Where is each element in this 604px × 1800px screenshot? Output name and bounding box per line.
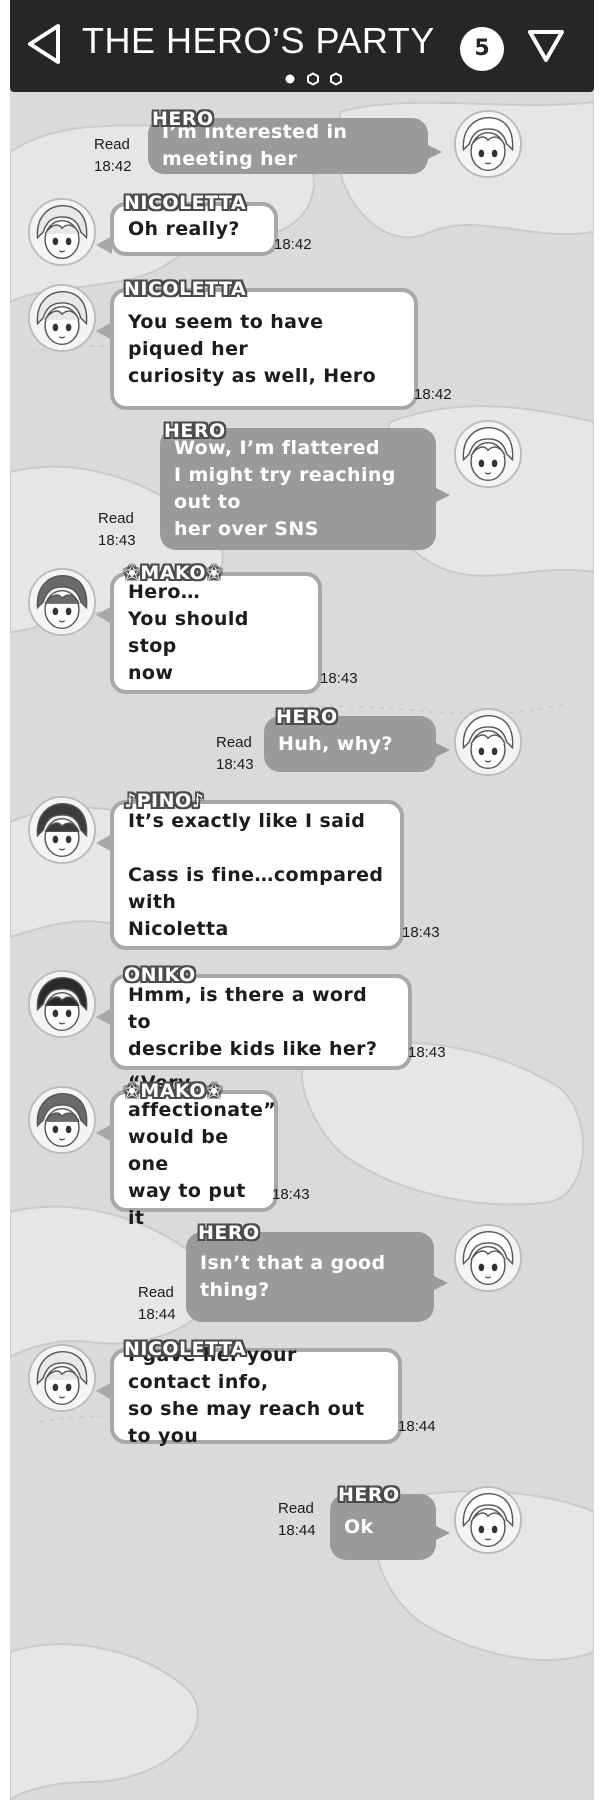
message-meta: 18:42: [414, 384, 452, 406]
outgoing-message-bubble[interactable]: Isn’t that a good thing?: [186, 1232, 434, 1322]
message-text-line: Hmm, is there a word to: [128, 983, 368, 1033]
message-text-line: Isn’t that a good thing?: [200, 1252, 386, 1301]
back-triangle-icon[interactable]: [24, 22, 64, 66]
message-text-line: [128, 835, 386, 862]
message-meta: 18:42: [274, 234, 312, 256]
page-indicator: [285, 72, 342, 86]
avatar[interactable]: [454, 1224, 522, 1292]
bubble-tail: [434, 487, 450, 503]
message-timestamp: 18:43: [320, 670, 358, 687]
message-meta: Read 18:42: [94, 134, 132, 178]
message-meta: 18:44: [398, 1416, 436, 1438]
message-timestamp: 18:42: [414, 386, 452, 403]
message-timestamp: 18:43: [216, 756, 254, 773]
message-text-line: so she may reach out to you: [128, 1398, 365, 1447]
avatar[interactable]: [28, 1344, 96, 1412]
chat-header: THE HERO’S PARTY 5: [10, 0, 594, 92]
incoming-message-bubble[interactable]: I gave her your contact info, so she may …: [110, 1344, 402, 1447]
member-count-badge: 5: [460, 27, 504, 71]
avatar[interactable]: [28, 796, 96, 864]
sender-name: HERO: [198, 1222, 260, 1244]
message-text-line: Cass is fine…compared with: [128, 863, 384, 913]
message-text-line: Huh, why?: [278, 732, 393, 755]
message-text-line: would be one: [128, 1126, 229, 1175]
avatar[interactable]: [28, 568, 96, 636]
avatar[interactable]: [28, 970, 96, 1038]
read-receipt: Read: [216, 734, 252, 751]
message-text-line: I might try reaching out to: [174, 464, 396, 513]
message-timestamp: 18:44: [398, 1418, 436, 1435]
chat-title: THE HERO’S PARTY: [82, 20, 435, 61]
sender-name: HERO: [276, 706, 338, 728]
message-text-line: Oh really?: [128, 217, 240, 240]
message-meta: 18:43: [320, 668, 358, 690]
message-meta: 18:43: [408, 1042, 446, 1064]
read-receipt: Read: [278, 1500, 314, 1517]
incoming-message-bubble[interactable]: Hmm, is there a word to describe kids lik…: [110, 974, 412, 1070]
message-text-line: now: [128, 662, 174, 684]
message-text-line: Nicoletta: [128, 917, 229, 940]
message-text-line: Ok: [344, 1515, 374, 1538]
message-meta: 18:43: [272, 1184, 310, 1206]
message-meta: 18:43: [402, 922, 440, 944]
avatar[interactable]: [28, 284, 96, 352]
page-dot-active: [285, 74, 295, 84]
down-triangle-icon[interactable]: [526, 28, 566, 64]
sender-name: NICOLETTA: [124, 1338, 247, 1360]
sender-name: ✬MAKO✬: [124, 562, 223, 584]
read-receipt: Read: [94, 136, 130, 153]
avatar[interactable]: [28, 198, 96, 266]
message-meta: Read 18:44: [138, 1282, 176, 1326]
message-timestamp: 18:43: [272, 1186, 310, 1203]
avatar[interactable]: [454, 708, 522, 776]
message-meta: Read 18:43: [98, 508, 136, 552]
avatar[interactable]: [28, 1086, 96, 1154]
sender-name: ONIKO: [124, 964, 196, 986]
bubble-tail: [432, 1275, 448, 1291]
read-receipt: Read: [98, 510, 134, 527]
incoming-message-bubble[interactable]: Hero… You should stop now: [110, 572, 322, 694]
message-meta: Read 18:44: [278, 1498, 316, 1542]
avatar[interactable]: [454, 420, 522, 488]
message-timestamp: 18:44: [278, 1522, 316, 1539]
bubble-tail: [434, 742, 450, 758]
message-timestamp: 18:43: [402, 924, 440, 941]
sender-name: ✬MAKO✬: [124, 1080, 223, 1102]
bubble-tail: [434, 1525, 450, 1541]
message-timestamp: 18:42: [274, 236, 312, 253]
chat-window: THE HERO’S PARTY 5 I’m interested in mee…: [10, 0, 594, 1800]
sender-name: HERO: [338, 1484, 400, 1506]
message-timestamp: 18:42: [94, 158, 132, 175]
sender-name: HERO: [152, 108, 214, 130]
incoming-message-bubble[interactable]: “Very affectionate” would be one way to put…: [110, 1072, 278, 1229]
message-text-line: her over SNS: [174, 518, 319, 540]
incoming-message-bubble[interactable]: It’s exactly like I said Cass is fine…co…: [110, 800, 404, 950]
avatar[interactable]: [454, 1486, 522, 1554]
read-receipt: Read: [138, 1284, 174, 1301]
message-text-line: describe kids like her?: [128, 1037, 378, 1060]
page-dot: [330, 72, 342, 86]
message-text-line: You seem to have piqued her: [128, 310, 324, 360]
bubble-tail: [426, 144, 442, 160]
outgoing-message-bubble[interactable]: Wow, I’m flattered I might try reaching o…: [160, 428, 436, 550]
sender-name: HERO: [164, 420, 226, 442]
sender-name: NICOLETTA: [124, 192, 247, 214]
message-meta: Read 18:43: [216, 732, 254, 776]
incoming-message-bubble[interactable]: You seem to have piqued her curiosity as …: [110, 288, 418, 410]
page-dot: [307, 72, 319, 86]
message-timestamp: 18:43: [408, 1044, 446, 1061]
sender-name: NICOLETTA: [124, 278, 247, 300]
message-text-line: You should stop: [128, 608, 249, 657]
message-timestamp: 18:43: [98, 532, 136, 549]
message-text-line: curiosity as well, Hero: [128, 364, 377, 387]
message-timestamp: 18:44: [138, 1306, 176, 1323]
avatar[interactable]: [454, 110, 522, 178]
sender-name: ♪PINO♪: [124, 790, 205, 812]
